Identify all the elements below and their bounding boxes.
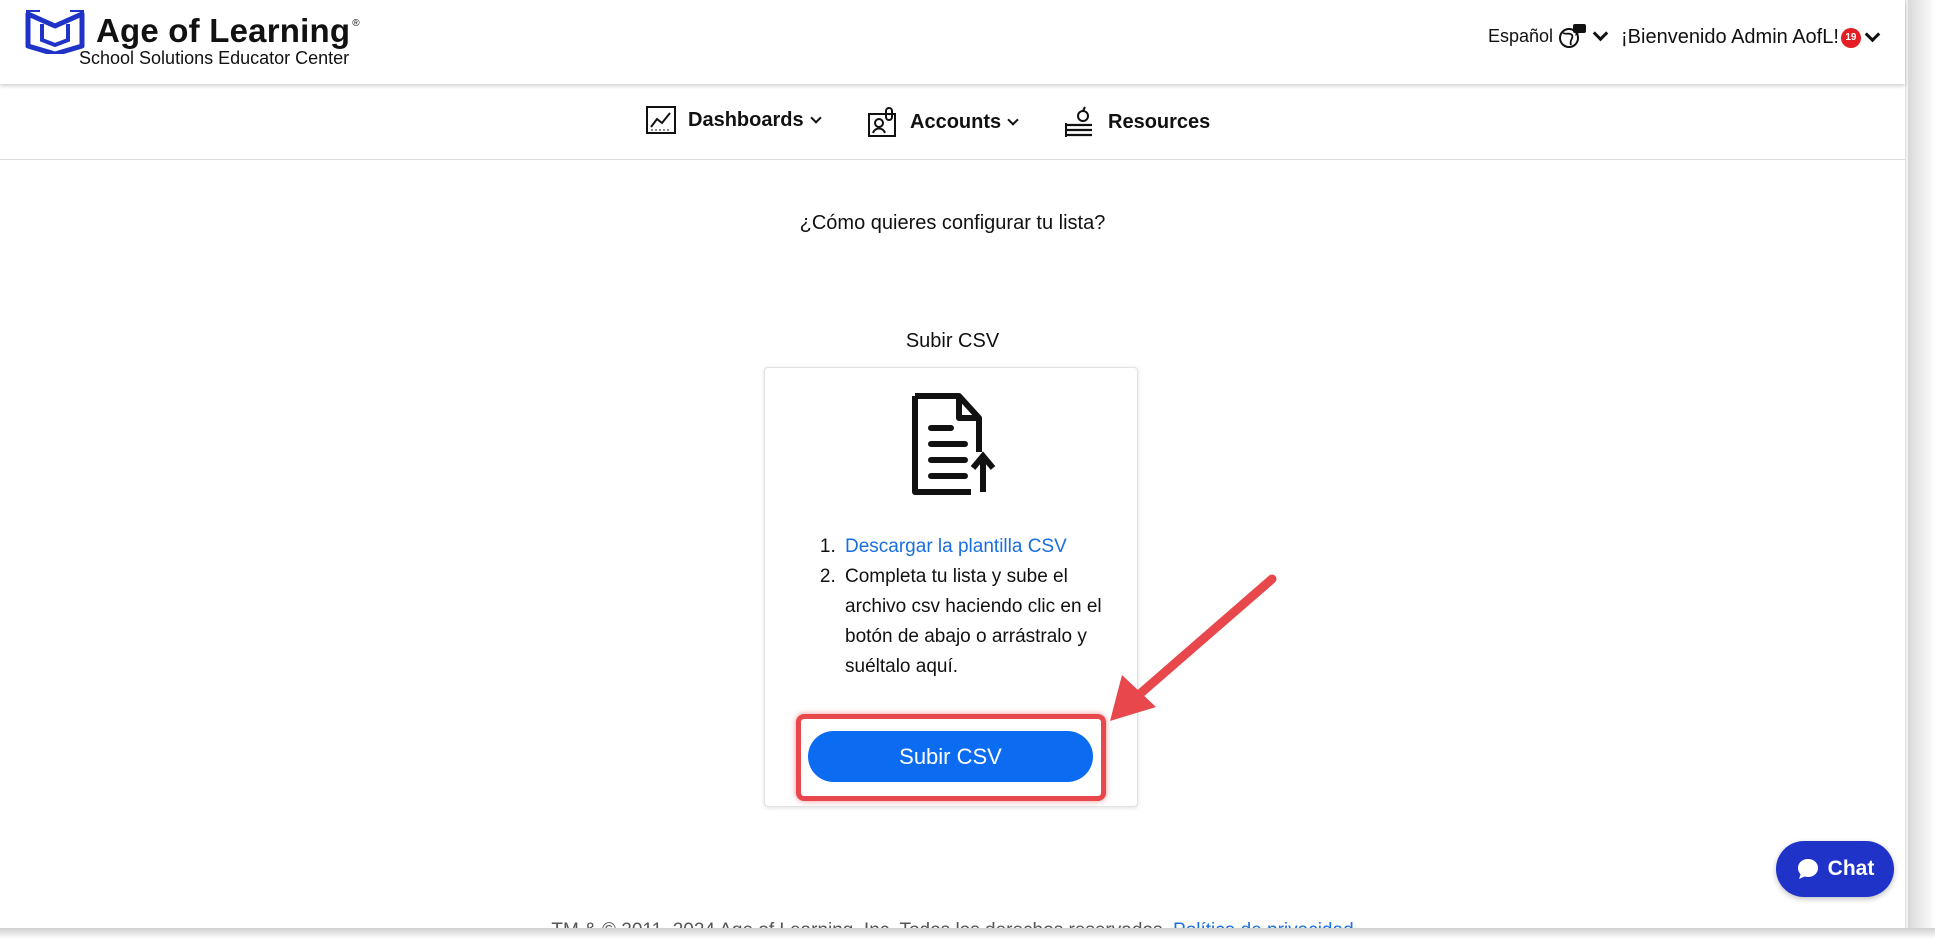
resources-icon xyxy=(1065,106,1092,137)
globe-chat-icon xyxy=(1559,24,1587,48)
chevron-down-icon xyxy=(809,112,822,124)
main-nav: Dashboards Accounts Resources xyxy=(0,84,1905,160)
welcome-text: ¡Bienvenido Admin AofL! xyxy=(1621,26,1839,48)
chevron-down-icon xyxy=(1864,26,1881,43)
logo-title: Age of Learning ® xyxy=(96,12,360,49)
browser-window: Age of Learning ® School Solutions Educat… xyxy=(0,0,1908,928)
nav-label: Accounts xyxy=(910,110,1002,133)
footer-copyright: TM & © 2011–2024 Age of Learning, Inc. T… xyxy=(551,920,1167,928)
nav-label: Resources xyxy=(1108,110,1211,133)
chat-label: Chat xyxy=(1827,857,1875,880)
age-of-learning-logo[interactable]: Age of Learning ® School Solutions Educat… xyxy=(24,10,404,72)
upload-csv-button[interactable]: Subir CSV xyxy=(808,731,1093,782)
chat-bubble-icon xyxy=(1797,859,1818,879)
chart-icon xyxy=(646,106,676,134)
logo-subtitle: School Solutions Educator Center xyxy=(79,48,350,68)
notification-badge: 19 xyxy=(1840,27,1861,48)
chat-button[interactable]: Chat xyxy=(1776,841,1894,897)
setup-question: ¿Cómo quieres configurar tu lista? xyxy=(799,212,1106,234)
user-menu[interactable]: ¡Bienvenido Admin AofL! 19 xyxy=(1621,26,1881,49)
nav-item-accounts[interactable]: Accounts xyxy=(868,106,1019,138)
instruction-list: Descargar la plantilla CSV Completa tu l… xyxy=(821,532,1121,682)
document-upload-icon xyxy=(912,393,996,495)
list-item: Descargar la plantilla CSV xyxy=(841,532,1121,562)
privacy-policy-link[interactable]: Política de privacidad xyxy=(1173,920,1354,928)
window-shadow xyxy=(1908,0,1935,939)
nav-item-dashboards[interactable]: Dashboards xyxy=(646,106,822,134)
accounts-icon xyxy=(868,107,896,137)
annotation-arrow xyxy=(1110,574,1277,721)
language-selector[interactable]: Español xyxy=(1488,23,1609,49)
top-header: Age of Learning ® School Solutions Educat… xyxy=(0,0,1905,84)
list-item: Completa tu lista y sube el archivo csv … xyxy=(841,562,1121,682)
section-title: Subir CSV xyxy=(905,330,1000,352)
nav-label: Dashboards xyxy=(688,108,804,131)
language-label: Español xyxy=(1488,25,1554,46)
download-template-link[interactable]: Descargar la plantilla CSV xyxy=(845,536,1067,557)
chevron-down-icon xyxy=(1007,114,1019,126)
footer: TM & © 2011–2024 Age of Learning, Inc. T… xyxy=(0,920,1905,928)
window-shadow xyxy=(0,928,1935,939)
logo-book-icon xyxy=(25,10,85,54)
chevron-down-icon xyxy=(1592,25,1609,41)
nav-item-resources[interactable]: Resources xyxy=(1064,106,1210,138)
